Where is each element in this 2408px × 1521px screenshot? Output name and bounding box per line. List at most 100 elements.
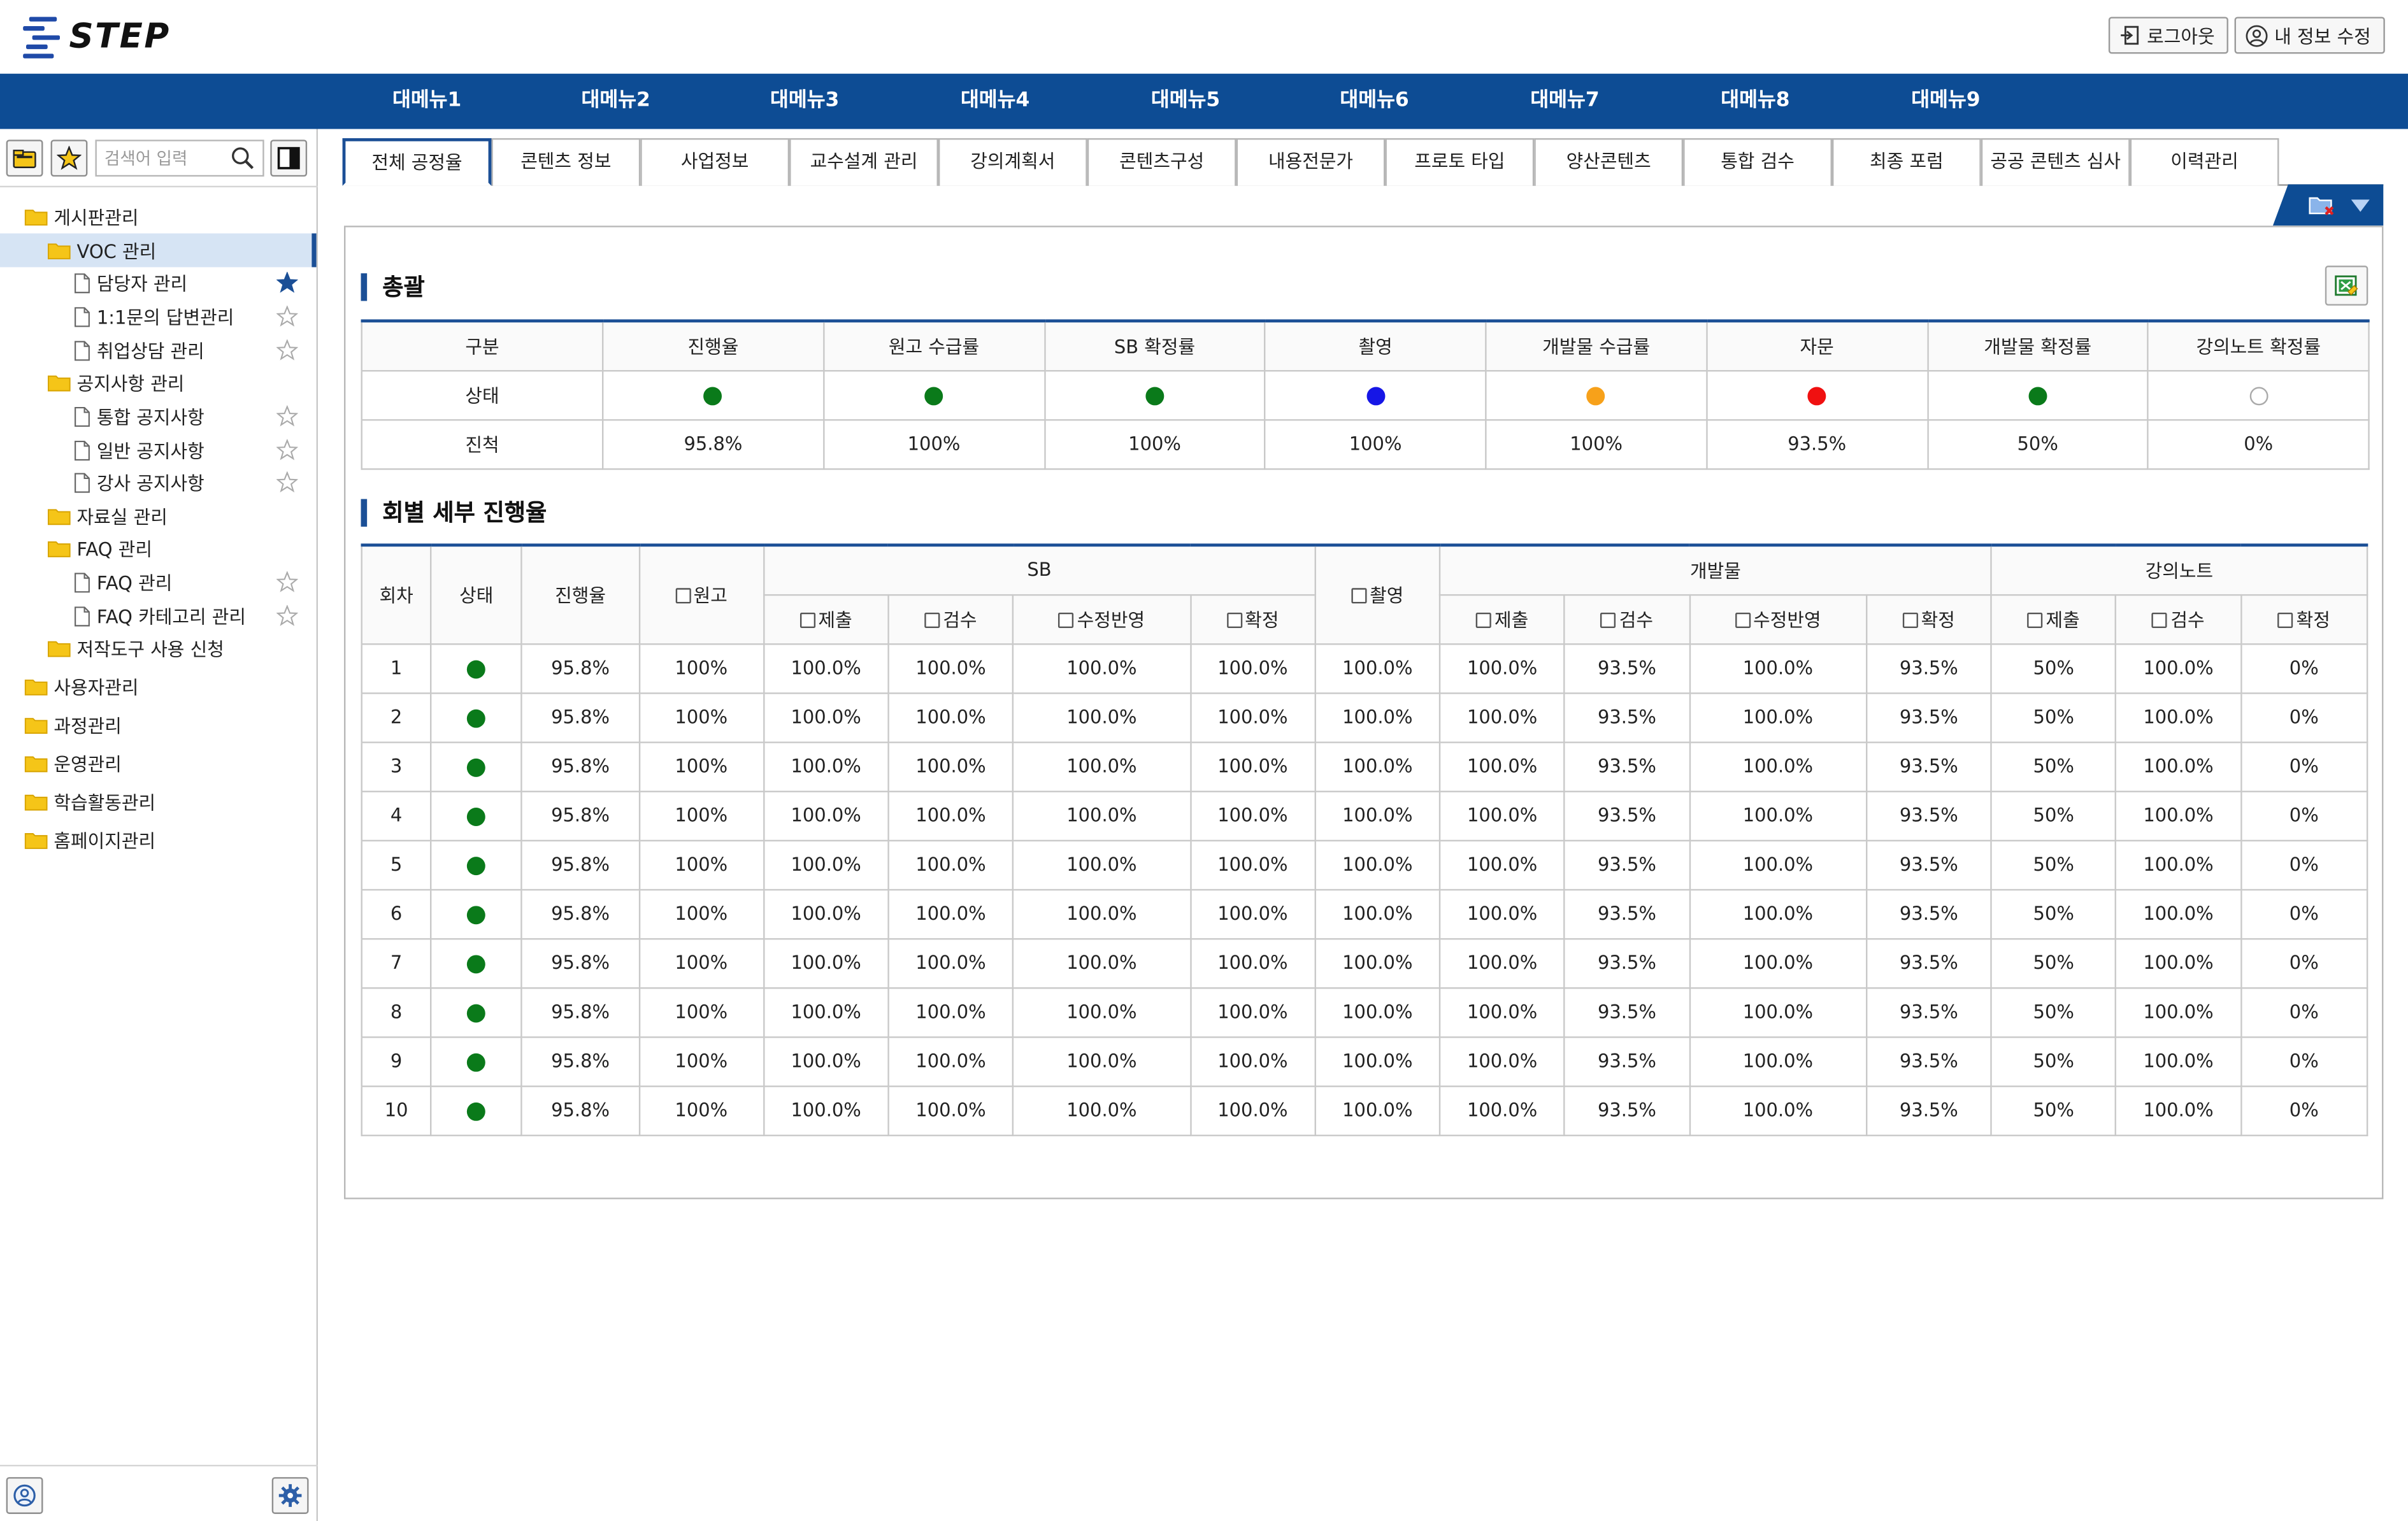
tab-5[interactable]: 강의계획서 xyxy=(938,138,1087,186)
status-empty-dot xyxy=(2249,386,2268,405)
tree-folder[interactable]: 학습활동관리 xyxy=(0,785,317,818)
value-cell: 100.0% xyxy=(1688,790,1868,841)
review-checkbox[interactable] xyxy=(2152,611,2168,627)
tab-6[interactable]: 콘텐츠구성 xyxy=(1087,138,1236,186)
tab-10[interactable]: 통합 검수 xyxy=(1683,138,1832,186)
step-logo[interactable]: STEP xyxy=(23,14,170,60)
nav-item-4[interactable]: 대메뉴4 xyxy=(919,74,1072,129)
user-circle-icon xyxy=(13,1484,36,1507)
value-cell: 95.8% xyxy=(520,1085,640,1136)
tab-8[interactable]: 프로토 타입 xyxy=(1385,138,1535,186)
round-cell: 6 xyxy=(361,888,432,939)
tree-folder[interactable]: 자료실 관리 xyxy=(0,499,317,532)
tree-leaf[interactable]: 통합 공지사항 xyxy=(0,399,317,433)
tree-folder[interactable]: FAQ 관리 xyxy=(0,531,317,565)
nav-item-5[interactable]: 대메뉴5 xyxy=(1109,74,1263,129)
folder-close-icon[interactable] xyxy=(2308,194,2335,217)
value-cell: 95.8% xyxy=(520,692,640,743)
tree-leaf[interactable]: 취업상담 관리 xyxy=(0,333,317,367)
sub-header-review: 검수 xyxy=(2115,593,2242,645)
panel-toggle-button[interactable] xyxy=(270,139,308,177)
nav-item-7[interactable]: 대메뉴7 xyxy=(1488,74,1642,129)
value-cell: 100.0% xyxy=(763,839,889,890)
tree-leaf[interactable]: 1:1문의 답변관리 xyxy=(0,299,317,333)
tree-item-label: 1:1문의 답변관리 xyxy=(96,306,234,328)
document-icon xyxy=(75,439,90,460)
content-tabs: 전체 공정율 콘텐츠 정보 사업정보 교수설계 관리 강의계획서 콘텐츠구성 내용전문가 프로… xyxy=(342,138,2384,186)
tree-leaf[interactable]: FAQ 카테고리 관리 xyxy=(0,599,317,632)
confirm-checkbox[interactable] xyxy=(1902,611,1918,627)
star-outline-icon[interactable] xyxy=(276,305,298,327)
revision-checkbox[interactable] xyxy=(1735,611,1751,627)
star-outline-icon[interactable] xyxy=(276,339,298,361)
nav-item-9[interactable]: 대메뉴9 xyxy=(1869,74,2023,129)
star-outline-icon[interactable] xyxy=(276,405,298,427)
tab-13[interactable]: 이력관리 xyxy=(2130,138,2279,186)
folder-icon xyxy=(47,509,71,525)
nav-item-3[interactable]: 대메뉴3 xyxy=(728,74,882,129)
tree-folder[interactable]: 공지사항 관리 xyxy=(0,366,317,399)
tab-1[interactable]: 전체 공정율 xyxy=(342,138,492,186)
excel-download-button[interactable] xyxy=(2325,266,2369,306)
review-checkbox[interactable] xyxy=(924,611,940,627)
tab-12[interactable]: 공공 콘텐츠 심사 xyxy=(1981,138,2130,186)
tree-folder[interactable]: 운영관리 xyxy=(0,746,317,780)
logout-button[interactable]: 로그아웃 xyxy=(2108,17,2229,54)
tree-folder[interactable]: 홈페이지관리 xyxy=(0,823,317,857)
table-row: 6 95.8% 100% 100.0% 100.0% 100.0% 100.0% 100.0%… xyxy=(361,888,2369,939)
confirm-checkbox[interactable] xyxy=(2277,611,2293,627)
value-cell: 100.0% xyxy=(887,1085,1014,1136)
summary-progress-cell: 100% xyxy=(1264,418,1487,469)
value-cell: 100.0% xyxy=(1314,741,1441,792)
tree-folder[interactable]: 과정관리 xyxy=(0,708,317,741)
nav-item-8[interactable]: 대메뉴8 xyxy=(1679,74,1832,129)
tree-folder[interactable]: 저작도구 사용 신청 xyxy=(0,631,317,665)
tab-3[interactable]: 사업정보 xyxy=(640,138,790,186)
nav-item-1[interactable]: 대메뉴1 xyxy=(350,74,504,129)
value-cell: 0% xyxy=(2240,642,2369,694)
tree-folder[interactable]: 사용자관리 xyxy=(0,669,317,703)
value-cell: 100.0% xyxy=(1688,1085,1868,1136)
star-outline-icon[interactable] xyxy=(276,604,298,627)
value-cell: 93.5% xyxy=(1563,888,1691,939)
tree-leaf[interactable]: 강사 공지사항 xyxy=(0,465,317,499)
user-manage-button[interactable] xyxy=(6,1477,43,1514)
star-outline-icon[interactable] xyxy=(276,439,298,461)
submit-checkbox[interactable] xyxy=(799,611,815,627)
tab-11[interactable]: 최종 포럼 xyxy=(1831,138,1981,186)
sub-header-submit: 제출 xyxy=(1990,593,2117,645)
confirm-checkbox[interactable] xyxy=(1226,611,1242,627)
tab-7[interactable]: 내용전문가 xyxy=(1236,138,1386,186)
star-outline-icon[interactable] xyxy=(276,471,298,493)
filming-checkbox[interactable] xyxy=(1351,587,1367,603)
tree-leaf[interactable]: 담당자 관리 xyxy=(0,266,317,299)
value-cell: 100.0% xyxy=(1012,790,1191,841)
value-cell: 100% xyxy=(638,741,764,792)
tab-2[interactable]: 콘텐츠 정보 xyxy=(491,138,641,186)
edit-profile-button[interactable]: 내 정보 수정 xyxy=(2234,17,2385,54)
nav-item-2[interactable]: 대메뉴2 xyxy=(539,74,692,129)
settings-button[interactable] xyxy=(271,1477,309,1514)
review-checkbox[interactable] xyxy=(1600,611,1616,627)
value-cell: 100.0% xyxy=(1688,839,1868,890)
star-filled-icon[interactable] xyxy=(276,271,298,294)
tree-folder[interactable]: VOC 관리 xyxy=(0,233,317,268)
tab-9[interactable]: 양산콘텐츠 xyxy=(1534,138,1684,186)
value-cell: 95.8% xyxy=(520,888,640,939)
submit-checkbox[interactable] xyxy=(2027,611,2043,627)
nav-item-6[interactable]: 대메뉴6 xyxy=(1298,74,1451,129)
revision-checkbox[interactable] xyxy=(1058,611,1074,627)
chevron-down-icon[interactable] xyxy=(2349,197,2371,213)
lecture-note-group-header: 강의노트 xyxy=(1990,543,2369,596)
tree-folder[interactable]: 게시판관리 xyxy=(0,199,317,233)
manuscript-checkbox[interactable] xyxy=(675,587,691,603)
search-icon[interactable] xyxy=(231,146,255,171)
tree-leaf[interactable]: 일반 공지사항 xyxy=(0,433,317,467)
star-outline-icon[interactable] xyxy=(276,571,298,593)
favorites-button[interactable] xyxy=(50,139,88,177)
tab-4[interactable]: 교수설계 관리 xyxy=(789,138,938,186)
menu-folder-button[interactable] xyxy=(6,139,43,177)
value-cell: 93.5% xyxy=(1563,839,1691,890)
tree-leaf[interactable]: FAQ 관리 xyxy=(0,565,317,599)
submit-checkbox[interactable] xyxy=(1476,611,1492,627)
